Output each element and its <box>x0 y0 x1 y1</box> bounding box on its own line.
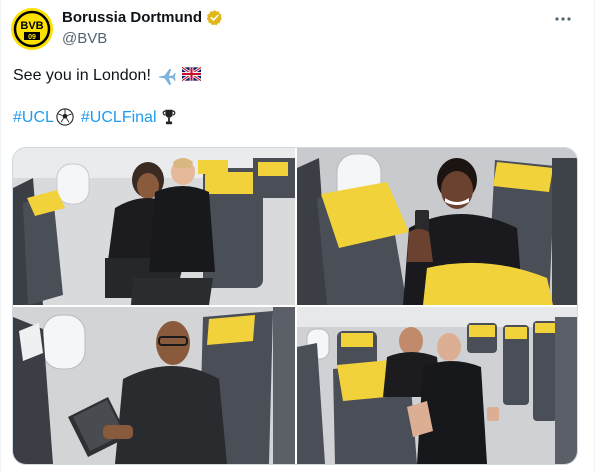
hashtag-uclfinal[interactable]: #UCLFinal <box>81 107 157 128</box>
photo-3[interactable] <box>13 307 295 464</box>
photo-4[interactable] <box>297 307 577 464</box>
photo-2[interactable] <box>297 148 577 305</box>
photo-1[interactable] <box>13 148 295 305</box>
trophy-icon <box>160 108 179 127</box>
hashtag-ucl[interactable]: #UCL <box>13 107 54 128</box>
media-grid <box>12 147 578 465</box>
soccer-ball-icon <box>56 108 75 127</box>
avatar-text: BVB <box>20 20 43 32</box>
airplane-icon <box>157 66 176 85</box>
author-name-row: Borussia Dortmund <box>62 9 223 26</box>
display-name[interactable]: Borussia Dortmund <box>62 9 202 26</box>
uk-flag-icon <box>181 66 202 85</box>
tweet-card: BVB 09 Borussia Dortmund @BVB See you in… <box>0 0 595 473</box>
more-options-icon[interactable] <box>552 8 574 30</box>
author-handle[interactable]: @BVB <box>62 30 107 47</box>
tweet-text: See you in London! #UCL #UCLFinal <box>13 65 202 128</box>
verified-badge-icon[interactable] <box>206 9 223 26</box>
tweet-line-1: See you in London! <box>13 67 151 84</box>
bvb-crest-icon: BVB 09 <box>11 8 53 50</box>
avatar[interactable]: BVB 09 <box>11 8 53 50</box>
avatar-year: 09 <box>28 34 36 41</box>
